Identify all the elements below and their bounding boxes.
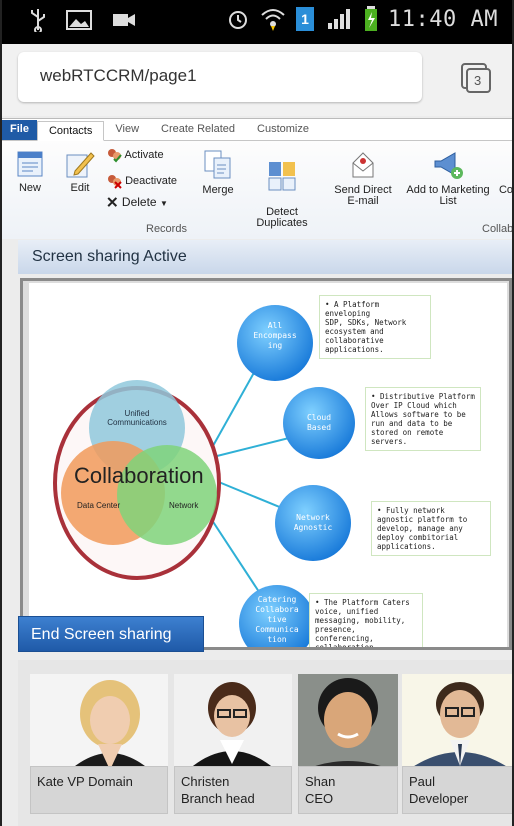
new-label: New <box>18 182 41 194</box>
image-icon <box>66 10 92 30</box>
detect-duplicates-icon <box>268 162 296 191</box>
participant-label: Kate VP Domain <box>30 766 168 814</box>
avatar <box>298 674 398 770</box>
add-to-marketing-list-label: Add to Marketing List <box>406 184 490 207</box>
node-label: All Encompass ing <box>253 321 297 350</box>
records-group-label: Records <box>146 223 187 235</box>
end-screen-sharing-button[interactable]: End Screen sharing <box>18 616 204 652</box>
truncated-command[interactable]: Co <box>498 185 514 196</box>
participant-tile[interactable]: Shan CEO <box>298 674 398 814</box>
battery-icon <box>365 6 378 31</box>
merge-icon <box>204 150 231 179</box>
participants-strip: Kate VP Domain Christen Branch head Shan… <box>18 660 512 826</box>
deactivate-label: Deactivate <box>125 174 178 187</box>
clock: 11:40 AM <box>388 6 498 32</box>
participant-tile[interactable]: Christen Branch head <box>174 674 292 814</box>
wifi-icon <box>261 9 285 31</box>
participant-tile[interactable]: Kate VP Domain <box>30 674 168 814</box>
tab-contacts[interactable]: Contacts <box>36 121 105 141</box>
add-to-marketing-list-button[interactable]: Add to Marketing List <box>398 149 498 207</box>
app-frame: 1 11:40 AM webRTCCRM/page1 3 File Contac… <box>0 0 514 826</box>
shared-slide: Unified Communications Collaboration Dat… <box>29 283 507 647</box>
slide-note: • Distributive Platform Over IP Cloud wh… <box>365 387 481 451</box>
node-label: Catering Collabora tive Communica tion <box>255 595 299 644</box>
megaphone-icon <box>434 152 463 179</box>
network-label: Network <box>169 501 199 510</box>
url-field[interactable]: webRTCCRM/page1 <box>18 52 422 102</box>
email-icon <box>352 152 374 178</box>
collab-group-label: Collab <box>482 223 514 235</box>
avatar <box>402 674 512 770</box>
data-center-label: Data Center <box>77 501 121 510</box>
collaboration-title: Collaboration <box>74 463 204 488</box>
tab-view[interactable]: View <box>104 120 150 140</box>
edit-label: Edit <box>70 182 90 194</box>
new-button[interactable]: New <box>10 149 50 194</box>
truncated-label: Co <box>498 185 514 196</box>
tab-file[interactable]: File <box>2 120 37 140</box>
screen-sharing-status: Screen sharing Active <box>18 240 512 274</box>
tab-customize[interactable]: Customize <box>246 120 320 140</box>
new-record-icon <box>17 151 43 177</box>
tab-switcher-button[interactable]: 3 <box>460 62 491 93</box>
tab-create-related[interactable]: Create Related <box>150 120 246 140</box>
edit-icon <box>66 152 95 178</box>
merge-button[interactable]: Merge <box>198 149 238 196</box>
node-label: Network Agnostic <box>293 513 333 532</box>
unified-communications-label: Unified Communications <box>107 409 167 427</box>
delete-icon: ✕ <box>106 194 119 212</box>
slide-note: • Fully network agnostic platform to dev… <box>371 501 491 556</box>
delete-label: Delete <box>121 195 157 209</box>
crm-ribbon: File Contacts View Create Related Custom… <box>2 118 512 239</box>
deactivate-button[interactable]: Deactivate <box>106 173 177 189</box>
detect-duplicates-button[interactable]: Detect Duplicates <box>246 149 318 229</box>
delete-button[interactable]: ✕ Delete ▼ <box>106 194 168 212</box>
usb-icon <box>31 9 45 32</box>
activate-icon <box>108 149 122 163</box>
alarm-icon <box>229 11 248 29</box>
slide-note: • The Platform Caters voice, unified mes… <box>309 593 423 647</box>
deactivate-icon <box>108 175 122 189</box>
node-label: Cloud Based <box>306 413 332 432</box>
participant-label: Christen Branch head <box>174 766 292 814</box>
tab-count: 3 <box>474 73 482 88</box>
shared-screen: Unified Communications Collaboration Dat… <box>20 278 512 650</box>
ribbon-tabs: File Contacts View Create Related Custom… <box>2 119 512 141</box>
browser-toolbar: webRTCCRM/page1 3 <box>2 44 512 116</box>
edit-button[interactable]: Edit <box>60 149 100 194</box>
participant-tile[interactable]: Paul Developer <box>402 674 512 814</box>
send-direct-email-button[interactable]: Send Direct E-mail <box>328 149 398 207</box>
detect-duplicates-label: Detect Duplicates <box>256 206 308 229</box>
participant-label: Shan CEO <box>298 766 398 814</box>
notification-badge: 1 <box>296 7 315 31</box>
slide-note: • A Platform enveloping SDP, SDKs, Netwo… <box>319 295 431 359</box>
chevron-down-icon: ▼ <box>159 199 168 208</box>
video-icon <box>113 14 135 26</box>
activate-button[interactable]: Activate <box>106 147 164 163</box>
participant-label: Paul Developer <box>402 766 512 814</box>
send-direct-email-label: Send Direct E-mail <box>334 184 392 207</box>
status-bar: 1 11:40 AM <box>2 0 512 44</box>
ribbon-commands: New Edit Activate Deactivate ✕ Delete ▼ <box>2 141 512 239</box>
avatar <box>174 674 292 770</box>
avatar <box>30 674 168 770</box>
signal-icon <box>328 9 351 29</box>
merge-label: Merge <box>202 184 234 196</box>
activate-label: Activate <box>124 148 164 161</box>
